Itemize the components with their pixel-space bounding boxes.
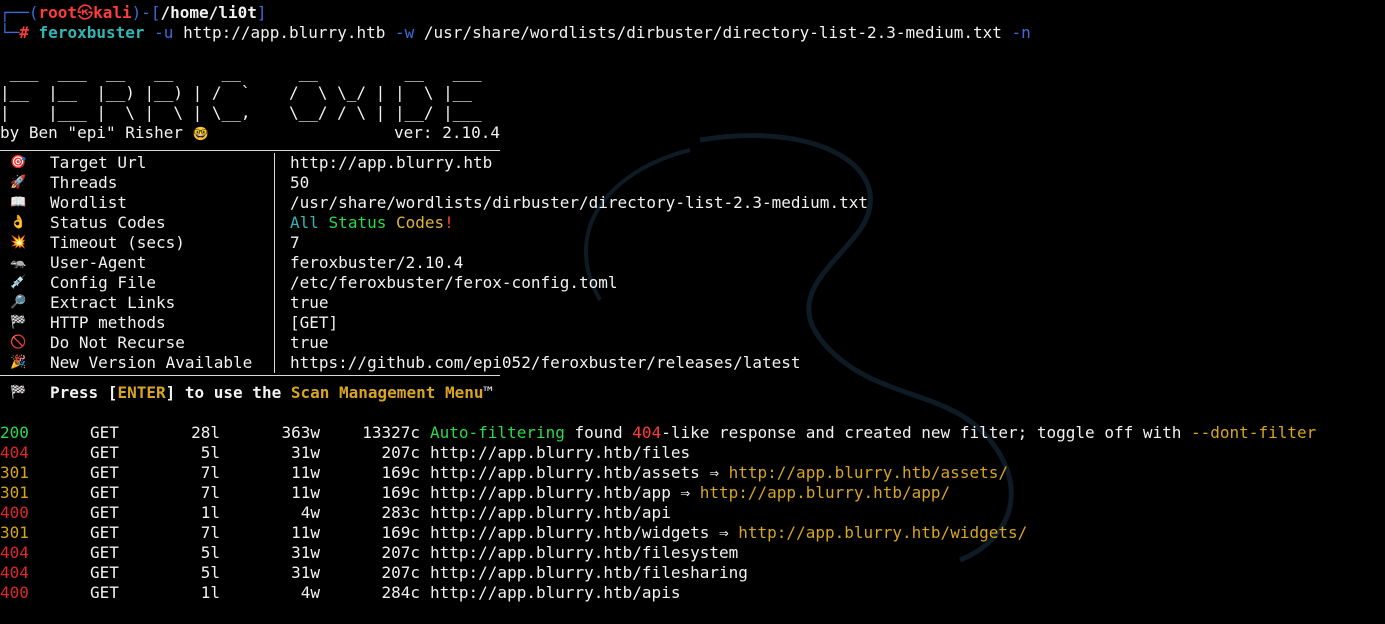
ferric-oxide-banner: ___ ___ __ __ __ __ __ ___ |__ |__ |__) … <box>0 63 500 142</box>
syringe-icon: 💉 <box>10 275 27 290</box>
config-row-target-url: 🎯 Target Url http://app.blurry.htb <box>0 153 1385 173</box>
result-row: 200 GET 28l 363w 13327c Auto-filtering found … <box>0 423 1317 442</box>
result-row: 404 GET 5l 31w 207c http://app.blurry.htb/fil… <box>0 543 739 562</box>
config-table: 🎯 Target Url http://app.blurry.htb 🚀 Thread… <box>0 153 1385 373</box>
ok-hand-icon: 👌 <box>10 215 27 230</box>
separator-mid <box>0 375 500 376</box>
result-row: 404 GET 5l 31w 207c http://app.blurry.htb/fil… <box>0 443 691 462</box>
scan-menu-hint: 🏁 Press [ENTER] to use the Scan Managemen… <box>0 383 1385 403</box>
author-line: by Ben "epi" Risher 🤓 ver: 2.10.4 <box>0 123 500 142</box>
results-list: 200 GET 28l 363w 13327c Auto-filtering found … <box>0 423 1385 603</box>
checkered-flag-icon: 🏁 <box>10 385 27 400</box>
terminal[interactable]: ┌──(root㉿kali)-[/home/li0t] └─# feroxbus… <box>0 3 1385 603</box>
result-row: 400 GET 1l 4w 284c http://app.blurry.htb/apis <box>0 583 681 602</box>
config-row-new-version: 🎉 New Version Available https://github.com… <box>0 353 1385 373</box>
version: ver: 2.10.4 <box>394 123 500 142</box>
rocket-icon: 🚀 <box>10 175 27 190</box>
command-line[interactable]: └─# feroxbuster -u http://app.blurry.htb… <box>0 23 1385 43</box>
party-popper-icon: 🎉 <box>10 355 27 370</box>
config-row-extract-links: 🔎 Extract Links true <box>0 293 1385 313</box>
book-icon: 📖 <box>10 195 27 210</box>
config-row-config-file: 💉 Config File/etc/feroxbuster/ferox-confi… <box>0 273 1385 293</box>
config-row-status-codes: 👌 Status Codes All Status Codes! <box>0 213 1385 233</box>
magnifier-icon: 🔎 <box>10 295 27 310</box>
config-row-timeout: 💥 Timeout (secs) 7 <box>0 233 1385 253</box>
target-icon: 🎯 <box>10 155 27 170</box>
prompt-line-1: ┌──(root㉿kali)-[/home/li0t] <box>0 3 267 22</box>
config-row-wordlist: 📖 Wordlist/usr/share/wordlists/dirbuster/… <box>0 193 1385 213</box>
result-row: 301 GET 7l 11w 169c http://app.blurry.htb/wid… <box>0 523 1028 542</box>
result-row: 400 GET 1l 4w 283c http://app.blurry.htb/api <box>0 503 671 522</box>
no-entry-icon: 🚫 <box>10 335 27 350</box>
config-row-do-not-recurse: 🚫 Do Not Recurse true <box>0 333 1385 353</box>
command-name: feroxbuster <box>38 23 145 42</box>
badger-icon: 🦡 <box>10 255 27 270</box>
result-row: 301 GET 7l 11w 169c http://app.blurry.htb/ass… <box>0 463 1008 482</box>
config-row-threads: 🚀 Threads 50 <box>0 173 1385 193</box>
separator-top <box>0 150 500 151</box>
checkered-flag-icon: 🏁 <box>10 315 27 330</box>
config-row-user-agent: 🦡 User-Agent feroxbuster/2.10.4 <box>0 253 1385 273</box>
nerd-face-icon: 🤓 <box>192 127 209 142</box>
result-row: 404 GET 5l 31w 207c http://app.blurry.htb/fil… <box>0 563 748 582</box>
result-row: 301 GET 7l 11w 169c http://app.blurry.htb/app… <box>0 483 951 502</box>
config-row-http-methods: 🏁 HTTP methods [GET] <box>0 313 1385 333</box>
timeout-icon: 💥 <box>10 235 27 250</box>
